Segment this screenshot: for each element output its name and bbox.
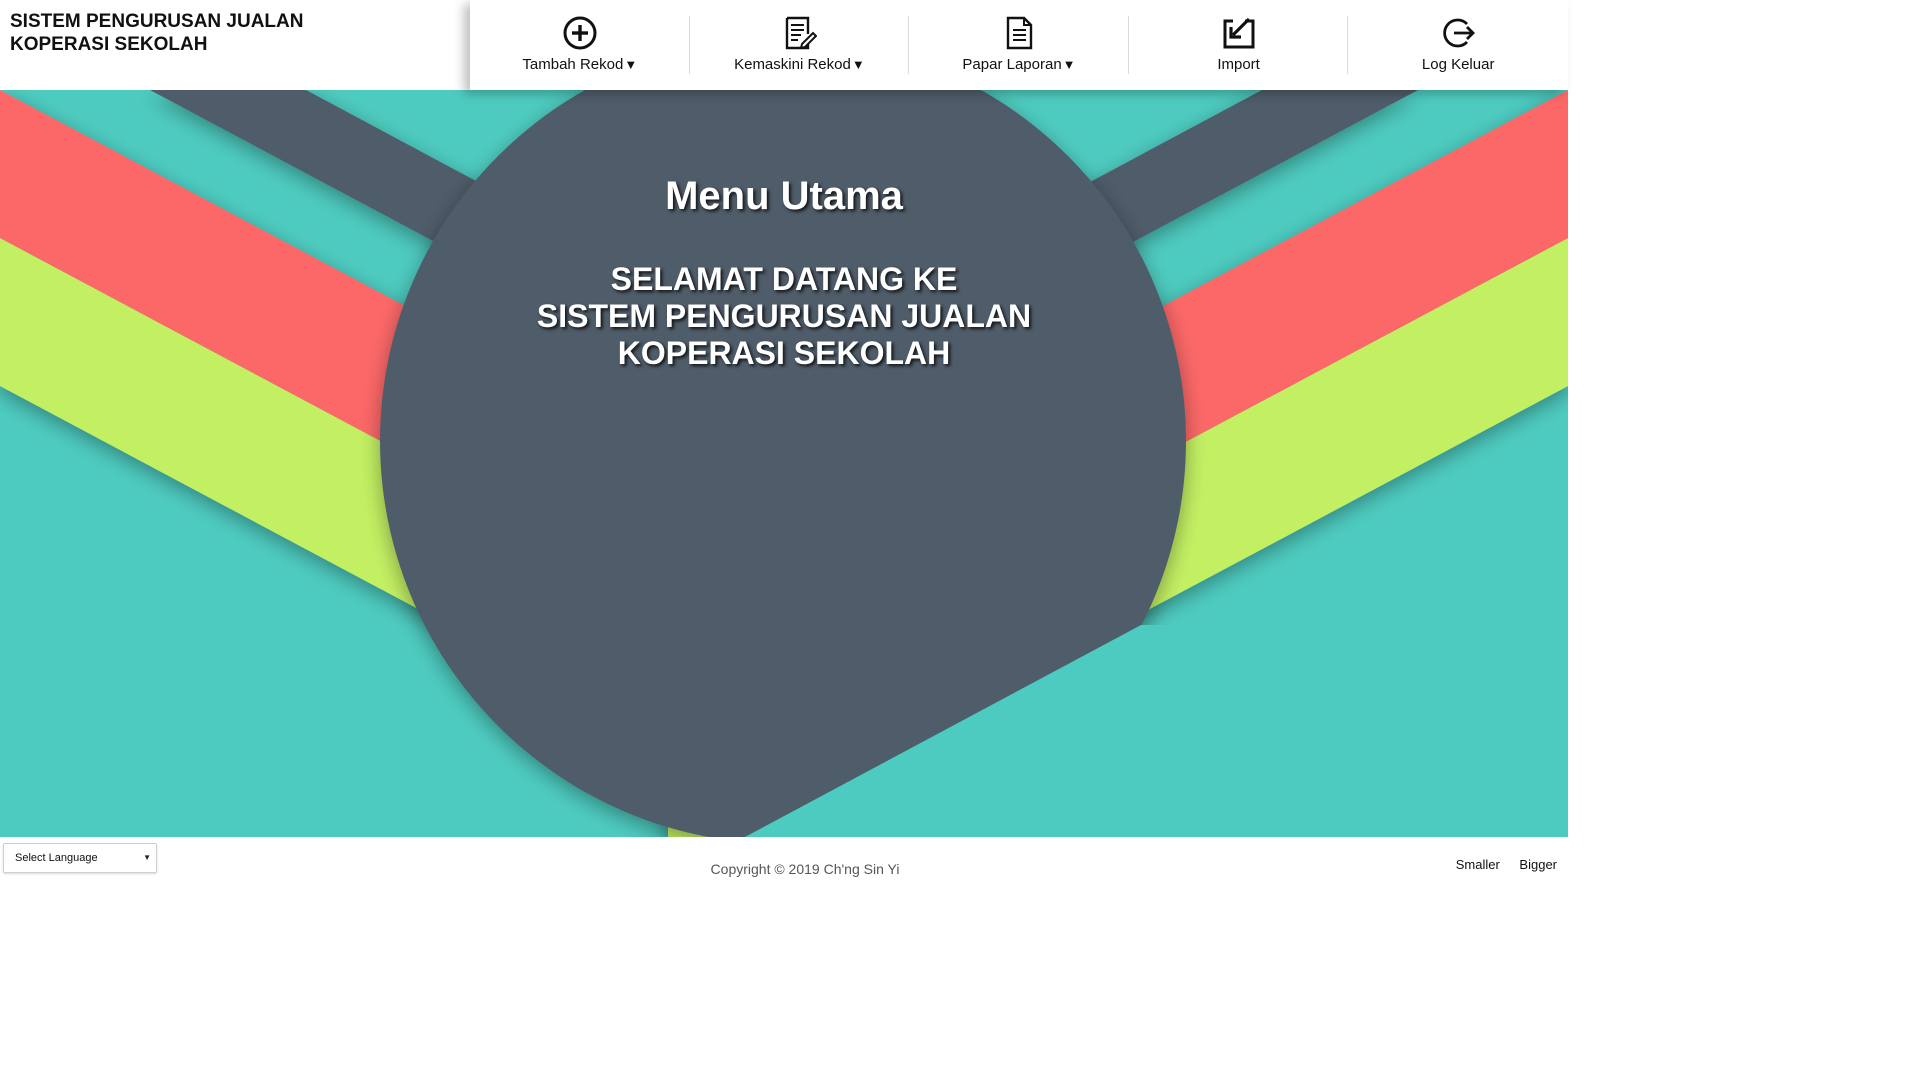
app-title: SISTEM PENGURUSAN JUALAN KOPERASI SEKOLA… bbox=[10, 10, 450, 56]
nav-tambah-rekod[interactable]: Tambah Rekod▼ bbox=[470, 0, 690, 90]
app-title-line2: KOPERASI SEKOLAH bbox=[10, 34, 208, 55]
document-icon bbox=[1000, 14, 1038, 52]
plus-circle-icon bbox=[561, 14, 599, 52]
nav-tambah-rekod-label: Tambah Rekod bbox=[522, 56, 624, 73]
page-title: Menu Utama bbox=[665, 174, 903, 218]
nav-kemaskini-rekod-label: Kemaskini Rekod bbox=[734, 56, 851, 73]
nav-papar-laporan-label: Papar Laporan bbox=[962, 56, 1062, 73]
logout-icon bbox=[1439, 14, 1477, 52]
copyright-text: Copyright © 2019 Ch'ng Sin Yi bbox=[710, 861, 900, 877]
app-title-line1: SISTEM PENGURUSAN JUALAN bbox=[10, 11, 304, 32]
nav-import-label: Import bbox=[1217, 56, 1260, 73]
nav-papar-laporan[interactable]: Papar Laporan▼ bbox=[909, 0, 1129, 90]
nav-log-keluar-label: Log Keluar bbox=[1421, 56, 1495, 73]
header: SISTEM PENGURUSAN JUALAN KOPERASI SEKOLA… bbox=[0, 0, 1568, 90]
edit-document-icon bbox=[780, 14, 818, 52]
import-icon bbox=[1220, 14, 1258, 52]
bigger-text-link[interactable]: Bigger bbox=[1519, 857, 1557, 872]
top-navigation: Tambah Rekod▼ Kemaskini Rekod▼ Papar Lap… bbox=[470, 0, 1568, 90]
welcome-line3: KOPERASI SEKOLAH bbox=[617, 335, 951, 371]
nav-import[interactable]: Import bbox=[1129, 0, 1349, 90]
footer: Select Language ▼ Copyright © 2019 Ch'ng… bbox=[0, 837, 1568, 882]
caret-down-icon: ▼ bbox=[1062, 57, 1076, 72]
hero-content: Menu Utama SELAMAT DATANG KE SISTEM PENG… bbox=[380, 90, 1188, 372]
caret-down-icon: ▼ bbox=[624, 57, 638, 72]
welcome-line1: SELAMAT DATANG KE bbox=[610, 261, 958, 297]
welcome-line2: SISTEM PENGURUSAN JUALAN bbox=[536, 298, 1032, 334]
caret-down-icon: ▼ bbox=[851, 57, 865, 72]
nav-log-keluar[interactable]: Log Keluar bbox=[1348, 0, 1568, 90]
smaller-text-link[interactable]: Smaller bbox=[1456, 857, 1500, 872]
nav-kemaskini-rekod[interactable]: Kemaskini Rekod▼ bbox=[690, 0, 910, 90]
font-size-controls: Smaller Bigger bbox=[1440, 857, 1557, 872]
welcome-message: SELAMAT DATANG KE SISTEM PENGURUSAN JUAL… bbox=[380, 261, 1188, 372]
